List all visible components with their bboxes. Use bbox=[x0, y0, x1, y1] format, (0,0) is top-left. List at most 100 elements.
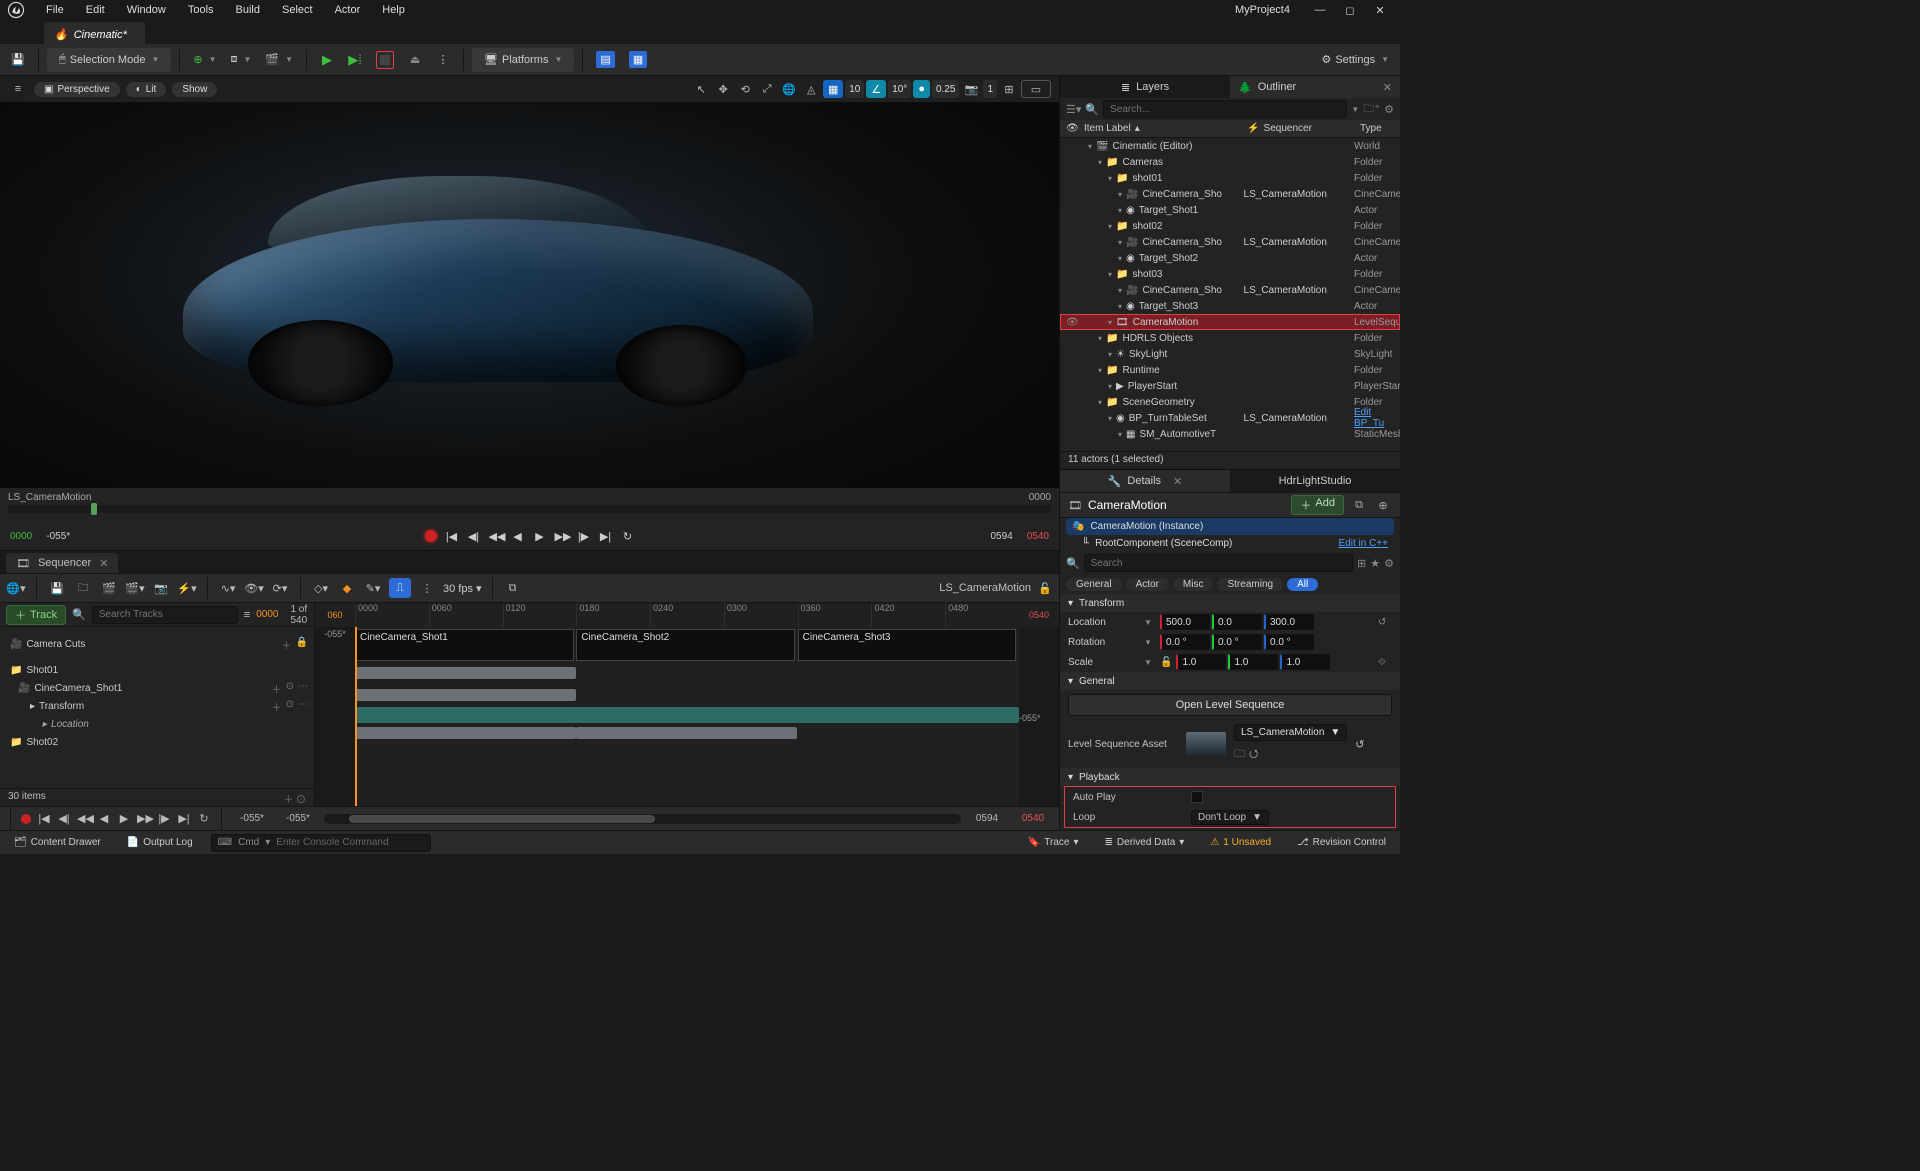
track-cinecamera-shot1[interactable]: 🎥CineCamera_Shot1＋⊙⋯ bbox=[0, 679, 314, 697]
section-general[interactable]: ▾ General bbox=[1060, 672, 1400, 690]
filter-all[interactable]: All bbox=[1287, 578, 1318, 591]
prev-key-icon[interactable]: ◀| bbox=[467, 530, 481, 543]
viewport-perspective-dropdown[interactable]: ▣Perspective bbox=[34, 82, 120, 97]
track-location[interactable]: ▸ Location bbox=[0, 715, 314, 733]
track-camera-cuts[interactable]: 🎥Camera Cuts ＋🔒 bbox=[0, 627, 314, 661]
seq-loop-icon[interactable]: ↻ bbox=[197, 812, 211, 825]
seq-next-key-icon[interactable]: |▶ bbox=[157, 812, 171, 825]
timeline-clip[interactable]: CineCamera_Shot1 bbox=[355, 629, 574, 661]
move-tool-icon[interactable]: ✥ bbox=[713, 80, 733, 98]
lock-track-icon[interactable]: 🔒 bbox=[296, 637, 308, 652]
auto-play-checkbox[interactable] bbox=[1191, 791, 1203, 803]
seq-snap-icon[interactable]: ⎍ bbox=[389, 578, 411, 598]
add-track-button[interactable]: ＋+ TrackTrack bbox=[6, 605, 66, 625]
seq-to-start-icon[interactable]: |◀ bbox=[37, 812, 51, 825]
seq-camera-icon[interactable]: 📷 bbox=[151, 578, 171, 598]
step-button[interactable]: ▶⁞ bbox=[343, 48, 367, 72]
menu-tools[interactable]: Tools bbox=[178, 2, 224, 18]
timeline-clip[interactable]: CineCamera_Shot3 bbox=[798, 629, 1017, 661]
outliner-row[interactable]: ▾◉BP_TurnTableSetLS_CameraMotionEdit BP_… bbox=[1060, 410, 1400, 426]
play-options-button[interactable]: ⋮ bbox=[431, 48, 455, 72]
seq-world-icon[interactable]: 🌐▾ bbox=[6, 578, 26, 598]
play-button[interactable]: ▶ bbox=[315, 48, 339, 72]
outliner-row[interactable]: ▾📁SceneGeometryFolder bbox=[1060, 394, 1400, 410]
tab-outliner[interactable]: 🌲Outliner✕ bbox=[1230, 76, 1400, 98]
panel-layout-icon[interactable]: ⊞ bbox=[1357, 557, 1366, 570]
platforms-dropdown[interactable]: 🖥 Platforms ▼ bbox=[472, 48, 574, 72]
grid-snap-icon[interactable]: ▦ bbox=[823, 80, 843, 98]
save-button[interactable]: 💾 bbox=[6, 48, 30, 72]
type-column[interactable]: Type bbox=[1360, 123, 1400, 134]
scrubber-track[interactable] bbox=[8, 505, 1051, 513]
add-component-button[interactable]: ＋+ AddAdd bbox=[1291, 495, 1344, 515]
add-collapsed-icon[interactable]: ＋ bbox=[283, 795, 293, 806]
filter-menu-icon[interactable]: ☰▾ bbox=[1066, 103, 1081, 116]
seq-play-back-icon[interactable]: ◀ bbox=[97, 812, 111, 825]
outliner-row[interactable]: ▾📁shot02Folder bbox=[1060, 218, 1400, 234]
content-drawer-button[interactable]: 🗂Content Drawer bbox=[6, 835, 109, 850]
reset-icon[interactable]: ↺ bbox=[1355, 738, 1364, 751]
sequencer-column[interactable]: ⚡Sequencer bbox=[1247, 123, 1360, 134]
surface-snap-icon[interactable]: ◬ bbox=[801, 80, 821, 98]
grid-snap-value[interactable]: 10 bbox=[845, 80, 864, 98]
menu-actor[interactable]: Actor bbox=[325, 2, 371, 18]
seq-in-frame2[interactable]: -055* bbox=[278, 813, 318, 824]
browse-icon[interactable]: 🗀 bbox=[1234, 745, 1245, 764]
outliner-row[interactable]: ▾📁shot03Folder bbox=[1060, 266, 1400, 282]
level-tab-cinematic[interactable]: 🔥 Cinematic* bbox=[44, 22, 145, 44]
chevron-down-icon[interactable]: ▼ bbox=[1144, 638, 1156, 647]
select-tool-icon[interactable]: ↖ bbox=[691, 80, 711, 98]
open-level-sequence-button[interactable]: Open Level Sequence bbox=[1068, 694, 1392, 716]
track-transform[interactable]: ▸ Transform＋⊙⋯ bbox=[0, 697, 314, 715]
outliner-row[interactable]: ▾📁CamerasFolder bbox=[1060, 154, 1400, 170]
close-icon[interactable]: ✕ bbox=[1173, 475, 1182, 488]
rotation-z-input[interactable] bbox=[1264, 634, 1314, 650]
outliner-row[interactable]: ▾🎬Cinematic (Editor)World bbox=[1060, 138, 1400, 154]
viewport-show-dropdown[interactable]: Show bbox=[172, 82, 217, 97]
seq-step-back-icon[interactable]: ◀◀ bbox=[77, 812, 91, 825]
filter-icon[interactable]: ≡ bbox=[244, 609, 250, 621]
record-icon[interactable] bbox=[425, 530, 437, 542]
menu-select[interactable]: Select bbox=[272, 2, 323, 18]
cinematics-button[interactable]: 🎬▼ bbox=[260, 48, 298, 72]
chevron-down-icon[interactable]: ▼ bbox=[1144, 618, 1156, 627]
timeline-clip[interactable]: CineCamera_Shot2 bbox=[576, 629, 795, 661]
menu-help[interactable]: Help bbox=[372, 2, 415, 18]
close-icon[interactable]: ✕ bbox=[1383, 81, 1392, 94]
outliner-row[interactable]: ▾🎥CineCamera_ShoLS_CameraMotionCineCamer bbox=[1060, 282, 1400, 298]
seq-browse-icon[interactable]: 🗀 bbox=[73, 578, 93, 598]
scale-z-input[interactable] bbox=[1280, 654, 1330, 670]
to-start-icon[interactable]: |◀ bbox=[445, 530, 459, 543]
output-log-button[interactable]: 📄Output Log bbox=[119, 835, 201, 850]
timeline-bar[interactable] bbox=[355, 727, 576, 739]
reset-icon[interactable]: ↺ bbox=[1378, 617, 1392, 628]
rotation-x-input[interactable] bbox=[1160, 634, 1210, 650]
outliner-row[interactable]: ▾📁shot01Folder bbox=[1060, 170, 1400, 186]
play-back-icon[interactable]: ◀ bbox=[511, 530, 525, 543]
component-instance-row[interactable]: 🎭CameraMotion (Instance) bbox=[1066, 518, 1394, 535]
stop-button[interactable] bbox=[371, 48, 399, 72]
seq-marker-icon[interactable]: ⧉ bbox=[503, 578, 523, 598]
section-playback[interactable]: ▾ Playback bbox=[1060, 768, 1400, 786]
outliner-row[interactable]: ▾📁RuntimeFolder bbox=[1060, 362, 1400, 378]
new-folder-icon[interactable]: 🗀⁺ bbox=[1363, 100, 1380, 119]
favorite-icon[interactable]: ★ bbox=[1370, 557, 1380, 570]
close-icon[interactable]: ✕ bbox=[99, 557, 108, 570]
component-root-row[interactable]: ╙RootComponent (SceneComp)Edit in C++ bbox=[1066, 535, 1394, 552]
lock-aspect-icon[interactable]: 🔓 bbox=[1160, 657, 1172, 668]
sequencer-timeline[interactable]: 060 000000600120018002400300036004200480… bbox=[315, 603, 1059, 806]
toolbar-extra1[interactable]: ▤ bbox=[591, 48, 619, 72]
seq-end-frame[interactable]: 0540 bbox=[1013, 813, 1053, 824]
seq-actions-icon[interactable]: ⚡▾ bbox=[177, 578, 197, 598]
location-y-input[interactable] bbox=[1212, 614, 1262, 630]
reset-icon[interactable]: ⟐ bbox=[1378, 657, 1392, 668]
trace-button[interactable]: 🔖Trace ▾ bbox=[1020, 835, 1087, 850]
outliner-columns-header[interactable]: 👁 Item Label ▴ ⚡Sequencer Type bbox=[1060, 120, 1400, 138]
menu-edit[interactable]: Edit bbox=[76, 2, 115, 18]
camera-speed-icon[interactable]: 📷 bbox=[961, 80, 981, 98]
toolbar-extra2[interactable]: ▦ bbox=[624, 48, 652, 72]
use-selected-icon[interactable]: ⭯ bbox=[1249, 745, 1258, 764]
blueprint-button[interactable]: ⧈▼ bbox=[226, 48, 257, 72]
timeline-bar[interactable] bbox=[355, 707, 1019, 723]
outliner-row[interactable]: ▾▶PlayerStartPlayerStar bbox=[1060, 378, 1400, 394]
